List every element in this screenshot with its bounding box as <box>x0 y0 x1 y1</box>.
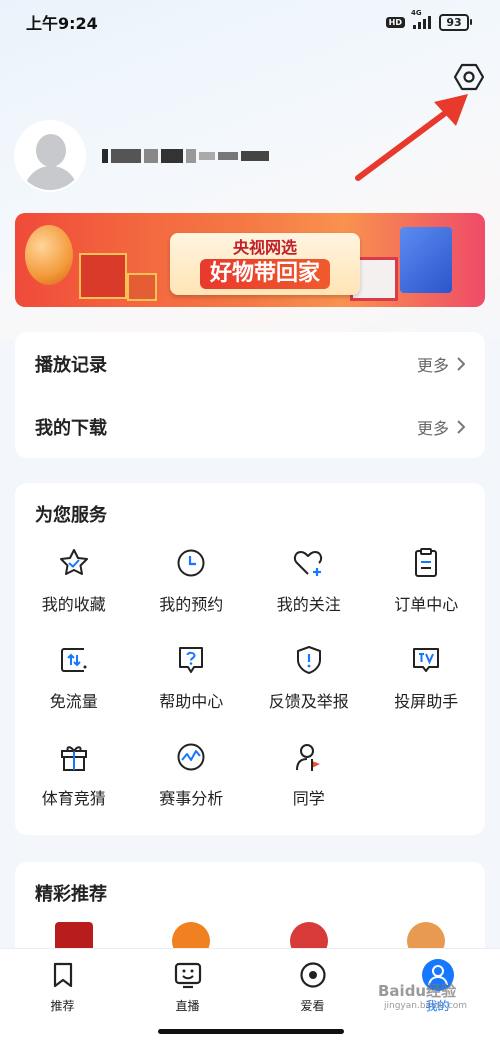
row-title: 播放记录 <box>35 354 107 376</box>
home-indicator[interactable] <box>158 1029 344 1034</box>
more-label: 更多 <box>416 355 449 375</box>
service-label: 我的关注 <box>276 595 341 614</box>
recommend-title: 精彩推荐 <box>35 884 107 905</box>
shield-alert-icon <box>291 642 327 678</box>
analysis-icon <box>173 739 209 775</box>
watermark-text: Baidu经验 <box>378 982 457 1000</box>
promo-banner[interactable]: 央视网选 好物带回家 <box>15 213 485 307</box>
service-match-analysis[interactable]: 赛事分析 <box>133 737 251 834</box>
tv-cast-icon <box>408 642 444 678</box>
service-label: 帮助中心 <box>159 692 224 711</box>
signal-icon: 4G <box>411 9 431 29</box>
balloon-graphic <box>25 225 73 285</box>
classmate-icon <box>291 739 327 775</box>
gift-box-graphic <box>127 273 157 301</box>
profile-header[interactable] <box>16 122 269 190</box>
downloads-row[interactable]: 我的下载 更多 <box>15 395 485 458</box>
service-label: 体育竞猜 <box>41 789 106 808</box>
service-label: 反馈及举报 <box>268 692 349 711</box>
service-help-center[interactable]: 帮助中心 <box>133 640 251 737</box>
service-free-data[interactable]: 免流量 <box>15 640 133 737</box>
chevron-right-icon <box>457 419 465 434</box>
shopping-bag-graphic <box>400 227 452 293</box>
bookmark-icon <box>47 959 79 991</box>
status-bar: 上午9:24 HD 4G 93 <box>0 0 500 44</box>
status-indicators: HD 4G 93 <box>385 9 472 31</box>
battery-icon: 93 <box>439 13 472 31</box>
tab-watch[interactable]: 爱看 <box>250 959 375 1019</box>
network-type: 4G <box>411 9 422 17</box>
username-redacted <box>102 146 269 166</box>
service-label: 我的预约 <box>159 595 224 614</box>
service-label: 赛事分析 <box>159 789 224 808</box>
clock-icon <box>173 545 209 581</box>
banner-sign: 央视网选 好物带回家 <box>170 233 360 295</box>
tab-label: 爱看 <box>300 999 325 1013</box>
battery-level: 93 <box>439 13 469 31</box>
service-feedback[interactable]: 反馈及举报 <box>250 640 368 737</box>
services-card: 为您服务 我的收藏 我的预约 我的关注 订单中心 免流量 帮助中心 反馈及举报 … <box>15 483 485 835</box>
tv-face-icon <box>172 959 204 991</box>
chevron-right-icon <box>457 356 465 371</box>
service-following[interactable]: 我的关注 <box>250 543 368 640</box>
tab-live[interactable]: 直播 <box>125 959 250 1019</box>
hd-badge: HD <box>385 16 405 28</box>
star-icon <box>56 545 92 581</box>
banner-slogan: 好物带回家 <box>199 259 330 289</box>
clipboard-icon <box>408 545 444 581</box>
service-reservations[interactable]: 我的预约 <box>133 543 251 640</box>
more-label: 更多 <box>416 418 449 438</box>
service-label: 订单中心 <box>394 595 459 614</box>
service-label: 投屏助手 <box>394 692 459 711</box>
service-sports-quiz[interactable]: 体育竞猜 <box>15 737 133 834</box>
data-arrows-icon <box>56 642 92 678</box>
tab-recommend[interactable]: 推荐 <box>0 959 125 1019</box>
records-card: 播放记录 更多 我的下载 更多 <box>15 332 485 458</box>
service-label: 我的收藏 <box>41 595 106 614</box>
play-history-row[interactable]: 播放记录 更多 <box>15 332 485 395</box>
more-link[interactable]: 更多 <box>417 415 465 439</box>
services-grid: 我的收藏 我的预约 我的关注 订单中心 免流量 帮助中心 反馈及举报 投屏助手 … <box>15 543 485 834</box>
service-classmates[interactable]: 同学 <box>250 737 368 834</box>
service-orders[interactable]: 订单中心 <box>368 543 486 640</box>
tab-label: 推荐 <box>50 999 75 1013</box>
help-bubble-icon <box>173 642 209 678</box>
service-favorites[interactable]: 我的收藏 <box>15 543 133 640</box>
service-label: 免流量 <box>49 692 98 711</box>
heart-plus-icon <box>291 545 327 581</box>
target-icon <box>297 959 329 991</box>
more-link[interactable]: 更多 <box>417 352 465 376</box>
tab-label: 直播 <box>175 999 200 1013</box>
annotation-arrow-icon <box>355 94 468 181</box>
gift-icon <box>56 739 92 775</box>
row-title: 我的下载 <box>35 417 107 439</box>
status-time: 上午9:24 <box>26 14 98 33</box>
service-cast-assistant[interactable]: 投屏助手 <box>368 640 486 737</box>
banner-brand: 央视网选 <box>232 238 297 257</box>
watermark-sub: jingyan.baidu.com <box>384 1001 468 1011</box>
avatar[interactable] <box>16 122 84 190</box>
gift-box-graphic <box>79 253 127 299</box>
service-label: 同学 <box>292 789 325 808</box>
services-title: 为您服务 <box>35 505 107 526</box>
watermark-logo: Baidu经验 jingyan.baidu.com <box>378 980 467 1011</box>
